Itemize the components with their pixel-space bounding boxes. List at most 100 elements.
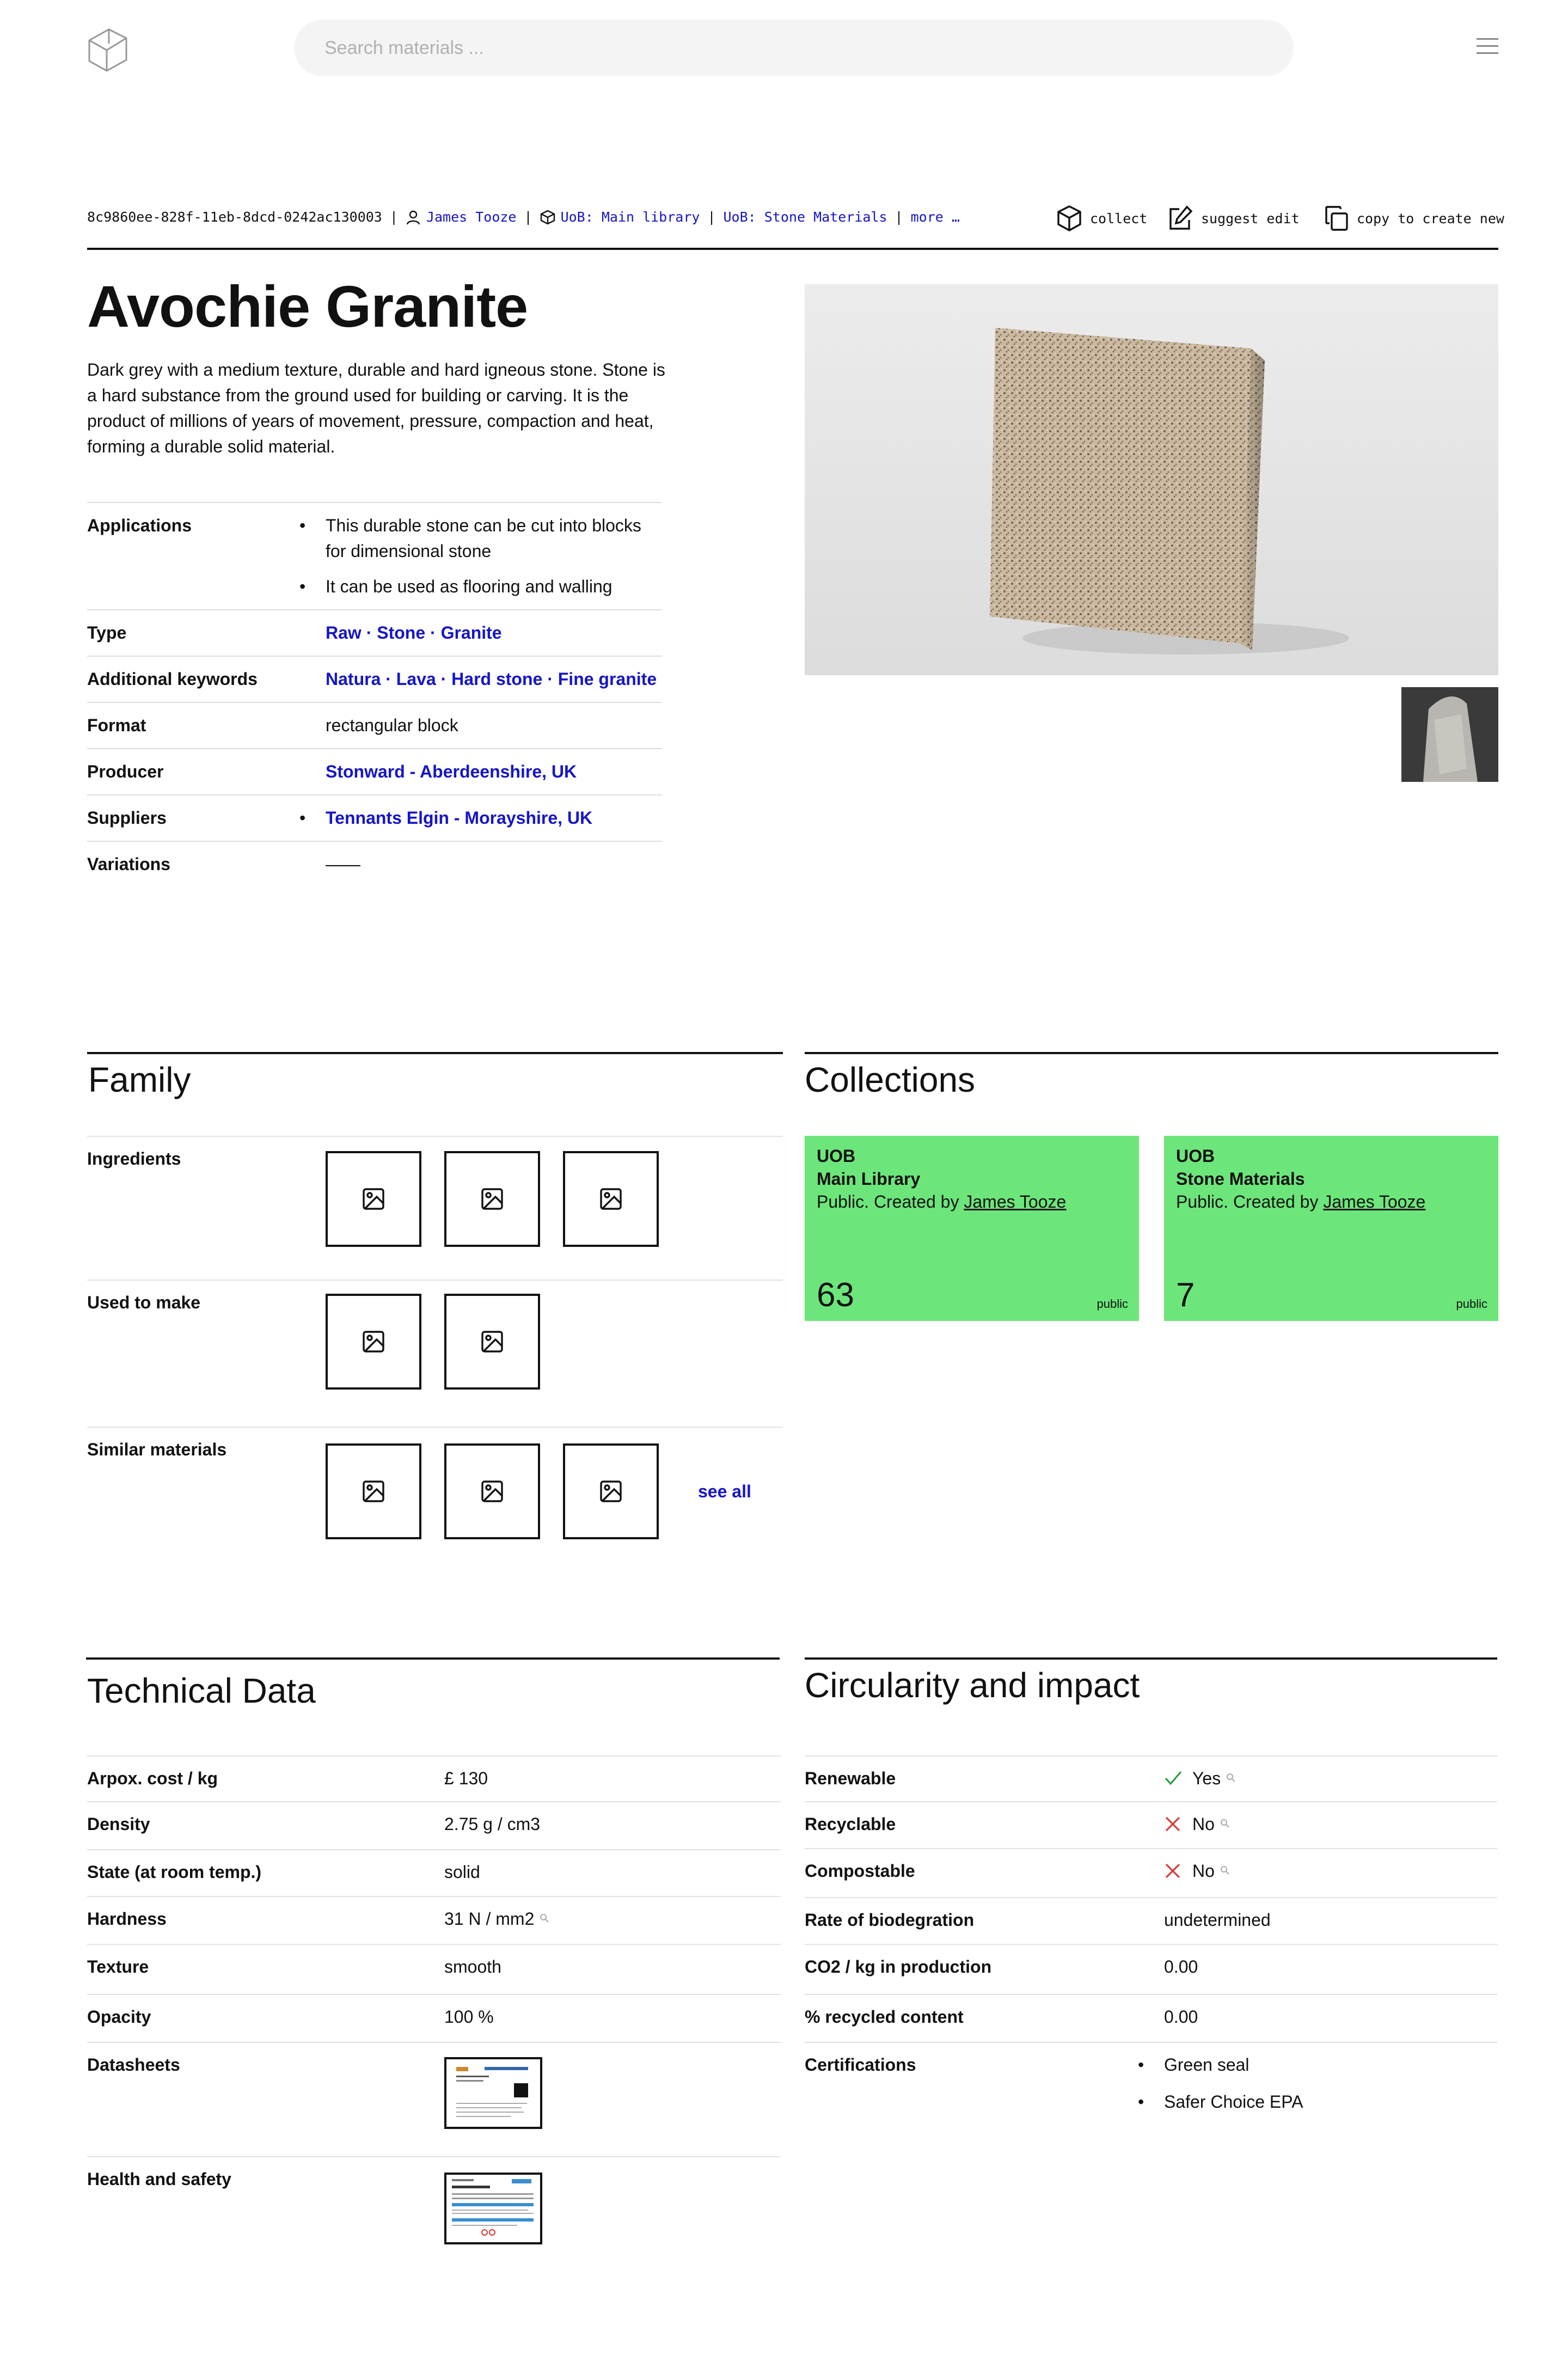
collect-label: collect — [1090, 210, 1148, 227]
technical-label: Density — [87, 1814, 150, 1834]
family-divider — [87, 1052, 783, 1054]
material-properties: Applications This durable stone can be c… — [87, 502, 662, 887]
collection-count: 63 — [817, 1276, 854, 1314]
property-label: Additional keywords — [87, 669, 258, 689]
suggest-edit-button[interactable]: suggest edit — [1167, 205, 1300, 232]
renewable-value: Yes — [1192, 1769, 1221, 1788]
property-label: Variations — [87, 854, 170, 874]
technical-label: Health and safety — [87, 2169, 231, 2189]
meta-separator: | — [895, 209, 903, 225]
material-image-placeholder[interactable] — [444, 1443, 540, 1539]
hamburger-menu-icon[interactable] — [1477, 38, 1498, 56]
collection-count: 7 — [1176, 1276, 1195, 1314]
material-image-placeholder[interactable] — [326, 1443, 421, 1539]
technical-row-datasheets: Datasheets — [87, 2042, 781, 2156]
material-image-placeholder[interactable] — [444, 1151, 540, 1247]
family-row-similar: Similar materials see all — [87, 1427, 783, 1552]
circularity-label: CO2 / kg in production — [805, 1957, 992, 1977]
technical-heading: Technical Data — [87, 1671, 316, 1710]
search-input[interactable] — [294, 20, 1294, 76]
list-item: It can be used as flooring and walling — [299, 574, 662, 599]
circularity-table: Renewable Yes Recyclable No Compostable No … — [805, 1755, 1497, 2129]
circularity-value: • Green seal • Safer Choice EPA — [1138, 2043, 1303, 2129]
circularity-label: Compostable — [805, 1861, 915, 1881]
magnifier-icon[interactable] — [1220, 1819, 1230, 1828]
type-link[interactable]: Raw · Stone · Granite — [326, 623, 502, 643]
supplier-link[interactable]: Tennants Elgin - Morayshire, UK — [326, 808, 592, 828]
collection-name: Main Library — [817, 1169, 921, 1189]
magnifier-icon[interactable] — [1220, 1865, 1230, 1875]
material-thumbnail[interactable] — [1401, 687, 1498, 782]
search-bar[interactable] — [294, 20, 1294, 76]
collection-card[interactable]: UOB Main Library Public. Created by Jame… — [805, 1136, 1139, 1321]
edit-icon — [1169, 205, 1193, 230]
property-row-applications: Applications This durable stone can be c… — [87, 502, 662, 609]
keywords-link[interactable]: Natura · Lava · Hard stone · Fine granit… — [326, 669, 657, 689]
creator-link[interactable]: James Tooze — [964, 1192, 1066, 1212]
circularity-value: Yes — [1164, 1757, 1236, 1801]
logo-icon[interactable] — [87, 27, 128, 73]
suggest-edit-label: suggest edit — [1201, 210, 1300, 227]
author-link[interactable]: James Tooze — [426, 209, 517, 225]
magnifier-icon[interactable] — [540, 1913, 549, 1923]
material-image-placeholder[interactable] — [326, 1151, 421, 1247]
magnifier-icon[interactable] — [1226, 1773, 1236, 1783]
circularity-row: % recycled content 0.00 — [805, 1994, 1497, 2042]
more-link[interactable]: more … — [911, 209, 960, 225]
collection-creator-line: Public. Created by James Tooze — [817, 1190, 1127, 1213]
cross-icon — [1165, 1863, 1180, 1879]
technical-value: 100 % — [444, 2007, 494, 2027]
material-main-image[interactable] — [805, 284, 1498, 675]
circularity-row: Recyclable No — [805, 1801, 1497, 1848]
copy-to-create-new-button[interactable]: copy to create new — [1323, 205, 1504, 232]
cube-icon — [540, 210, 555, 224]
property-value: This durable stone can be cut into block… — [299, 503, 662, 609]
technical-label: Opacity — [87, 2007, 151, 2027]
technical-row: Hardness 31 N / mm2 — [87, 1896, 781, 1944]
creator-link[interactable]: James Tooze — [1323, 1192, 1425, 1212]
property-label: Producer — [87, 762, 164, 781]
circularity-value: No — [1164, 1849, 1230, 1897]
material-image-placeholder[interactable] — [326, 1294, 421, 1390]
datasheet-thumbnail[interactable] — [444, 2057, 542, 2129]
list-item: This durable stone can be cut into block… — [299, 513, 662, 564]
property-value: rectangular block — [326, 715, 458, 735]
producer-link[interactable]: Stonward - Aberdeenshire, UK — [326, 762, 577, 781]
material-image-placeholder[interactable] — [444, 1294, 540, 1390]
circularity-row: Rate of biodegration undetermined — [805, 1897, 1497, 1944]
certification: Green seal — [1164, 2055, 1250, 2075]
property-label: Suppliers — [87, 808, 167, 828]
applications-list: This durable stone can be cut into block… — [299, 513, 662, 599]
material-image-placeholder[interactable] — [563, 1151, 659, 1247]
technical-label: Texture — [87, 1957, 149, 1977]
technical-label: Arpox. cost / kg — [87, 1769, 218, 1788]
image-icon — [600, 1480, 622, 1502]
circularity-label: Rate of biodegration — [805, 1910, 975, 1930]
collection-link[interactable]: UoB: Main library — [561, 209, 700, 225]
circularity-row: Renewable Yes — [805, 1755, 1497, 1801]
health-safety-thumbnail[interactable] — [444, 2173, 542, 2244]
user-icon — [406, 210, 420, 224]
family-row-used-to-make: Used to make — [87, 1280, 783, 1427]
created-by-text: Public. Created by — [817, 1192, 959, 1212]
circularity-value: undetermined — [1164, 1910, 1271, 1930]
collection-link[interactable]: UoB: Stone Materials — [724, 209, 887, 225]
family-row-ingredients: Ingredients — [87, 1136, 783, 1280]
family-label: Used to make — [87, 1293, 201, 1312]
material-image-placeholder[interactable] — [563, 1443, 659, 1539]
cube-icon — [1057, 205, 1081, 231]
technical-value — [444, 2157, 542, 2265]
collect-button[interactable]: collect — [1056, 205, 1147, 232]
technical-row: Density 2.75 g / cm3 — [87, 1801, 781, 1849]
collection-org: UOB — [817, 1146, 856, 1166]
technical-value — [444, 2043, 542, 2156]
material-meta-bar: 8c9860ee-828f-11eb-8dcd-0242ac130003 | J… — [87, 209, 960, 225]
technical-divider — [86, 1657, 780, 1660]
circularity-row-certifications: Certifications • Green seal • Safer Choice… — [805, 2042, 1497, 2129]
collection-card[interactable]: UOB Stone Materials Public. Created by J… — [1164, 1136, 1498, 1321]
image-icon — [481, 1331, 503, 1353]
technical-value: 2.75 g / cm3 — [444, 1814, 541, 1834]
see-all-link[interactable]: see all — [698, 1482, 751, 1502]
family-label: Ingredients — [87, 1149, 181, 1168]
property-value: —— — [326, 854, 360, 874]
